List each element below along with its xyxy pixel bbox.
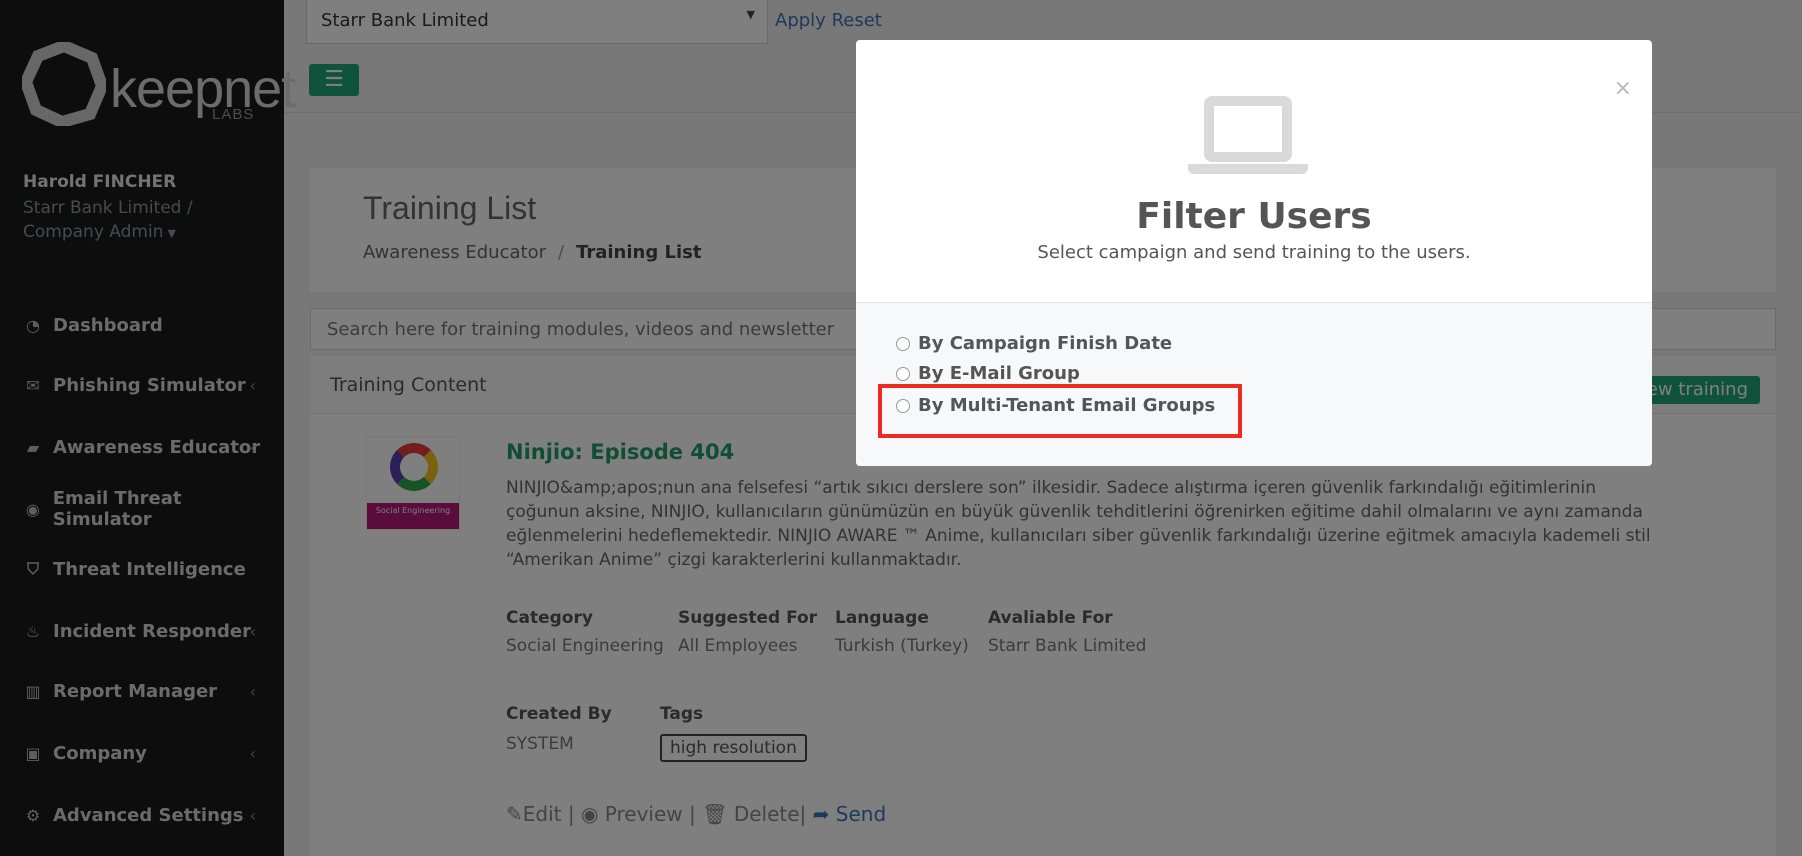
option-label: By Campaign Finish Date xyxy=(918,333,1173,354)
option-campaign-finish-date[interactable]: By Campaign Finish Date xyxy=(896,333,1172,354)
option-label: By E-Mail Group xyxy=(918,363,1080,384)
modal-title: Filter Users xyxy=(1136,196,1372,237)
modal-subtitle: Select campaign and send training to the… xyxy=(1037,242,1471,263)
laptop-icon xyxy=(1188,96,1308,180)
radio-button[interactable] xyxy=(896,366,910,381)
radio-button[interactable] xyxy=(896,336,910,351)
option-email-group[interactable]: By E-Mail Group xyxy=(896,363,1080,384)
highlight-annotation xyxy=(878,384,1242,438)
close-icon[interactable]: × xyxy=(1614,76,1632,101)
